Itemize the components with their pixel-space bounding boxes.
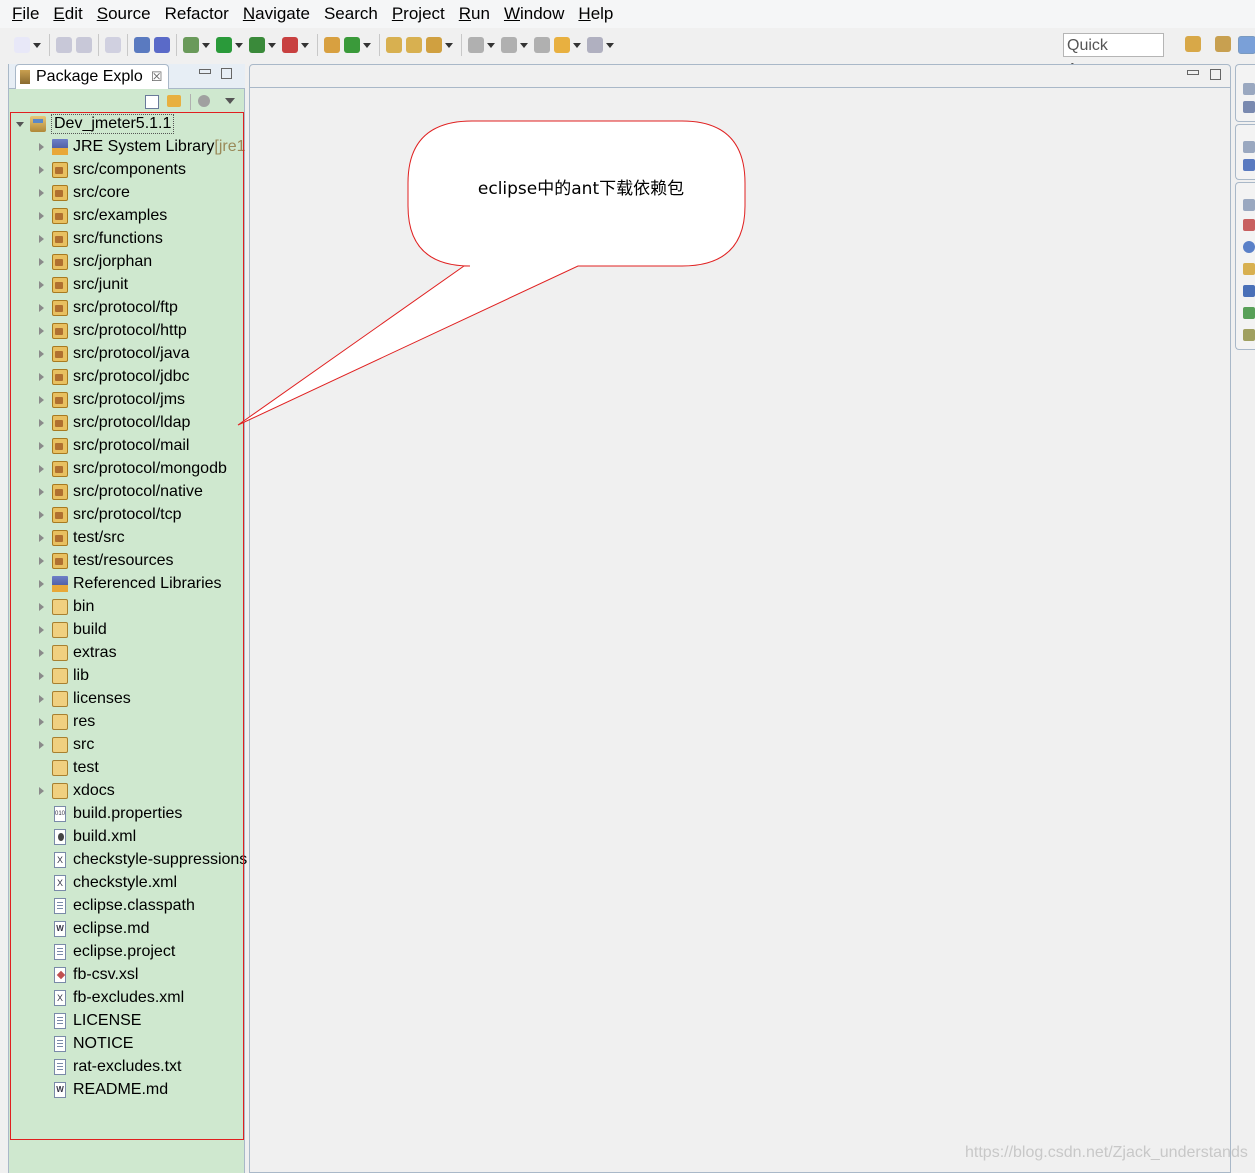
- watermark: https://blog.csdn.net/Zjack_understands: [965, 1144, 1248, 1161]
- callout-text: eclipse中的ant下载依赖包: [477, 179, 685, 199]
- callout-shape: [237, 120, 746, 426]
